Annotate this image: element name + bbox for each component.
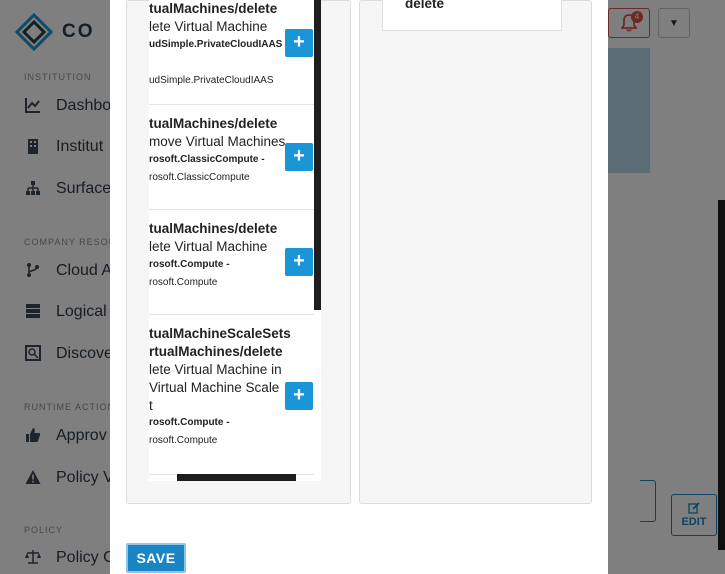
list-item: tualMachines/delete lete Virtual Machine… bbox=[149, 0, 314, 105]
operation-provider: udSimple.PrivateCloudIAAS bbox=[149, 39, 283, 50]
operation-description: move Virtual Machines bbox=[149, 134, 286, 149]
list-item: tualMachines/delete move Virtual Machine… bbox=[149, 105, 314, 210]
operation-provider: rosoft.Compute - bbox=[149, 259, 230, 270]
plus-icon: + bbox=[293, 145, 305, 167]
list-item: tualMachineScaleSets rtualMachines/delet… bbox=[149, 315, 314, 475]
operation-name-continued: rtualMachines/delete bbox=[149, 344, 283, 359]
selected-operation-item: delete bbox=[382, 0, 562, 31]
save-button[interactable]: SAVE bbox=[126, 543, 186, 573]
list-scrollbar[interactable] bbox=[314, 0, 321, 310]
operation-provider: rosoft.Compute - bbox=[149, 417, 230, 428]
plus-icon: + bbox=[293, 31, 305, 53]
operation-name: tualMachines/delete bbox=[149, 221, 278, 236]
operation-description-continued: t bbox=[149, 398, 153, 413]
plus-icon: + bbox=[293, 384, 305, 406]
operation-description: lete Virtual Machine bbox=[149, 19, 268, 34]
add-operation-button[interactable]: + bbox=[285, 29, 313, 57]
horizontal-scrollbar[interactable] bbox=[177, 474, 296, 481]
operation-name: tualMachines/delete bbox=[149, 116, 278, 131]
operation-name: tualMachines/delete bbox=[149, 1, 278, 16]
modal-dialog: tualMachines/delete lete Virtual Machine… bbox=[110, 0, 608, 574]
add-operation-button[interactable]: + bbox=[285, 143, 313, 171]
operations-list[interactable]: tualMachines/delete lete Virtual Machine… bbox=[149, 0, 321, 481]
operation-description-continued: Virtual Machine Scale bbox=[149, 380, 280, 395]
operation-description: lete Virtual Machine bbox=[149, 239, 268, 254]
selected-operation-label: delete bbox=[405, 0, 445, 11]
operation-provider-type: rosoft.Compute bbox=[149, 435, 218, 446]
operation-provider-type: rosoft.Compute bbox=[149, 277, 218, 288]
list-item: tualMachines/delete lete Virtual Machine… bbox=[149, 210, 314, 315]
operation-description: lete Virtual Machine in bbox=[149, 362, 282, 377]
operation-provider-type: udSimple.PrivateCloudIAAS bbox=[149, 75, 274, 86]
add-operation-button[interactable]: + bbox=[285, 382, 313, 410]
operation-provider-type: rosoft.ClassicCompute bbox=[149, 172, 250, 183]
selected-operations-panel bbox=[359, 0, 592, 504]
add-operation-button[interactable]: + bbox=[285, 248, 313, 276]
plus-icon: + bbox=[293, 250, 305, 272]
operation-name: tualMachineScaleSets bbox=[149, 326, 291, 341]
operation-provider: rosoft.ClassicCompute - bbox=[149, 154, 265, 165]
